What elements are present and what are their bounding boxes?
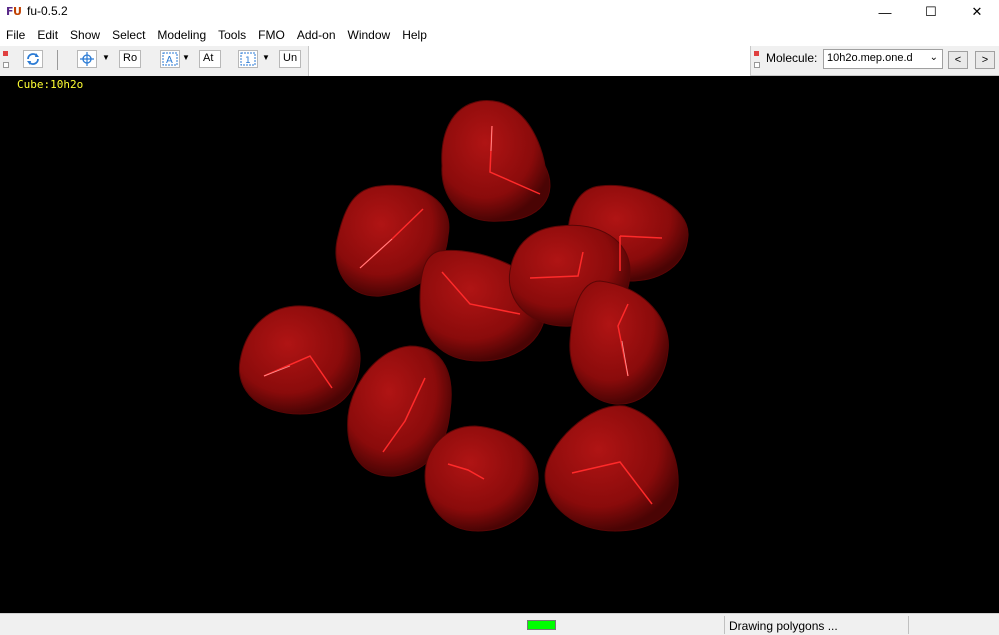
rotate-mode-dropdown-icon[interactable]: ▼	[102, 53, 110, 62]
un-button[interactable]: Un	[279, 50, 301, 68]
toolbar-float-grip-icon[interactable]	[3, 62, 9, 68]
menu-select[interactable]: Select	[106, 24, 151, 46]
molecule-select-value: 10h2o.mep.one.d	[827, 52, 913, 64]
menu-help[interactable]: Help	[396, 24, 433, 46]
molecule-viewport[interactable]: Cube:10h2o	[0, 76, 999, 613]
close-icon: ✕	[971, 4, 983, 19]
title-bar: F U fu-0.5.2 — ☐ ✕	[0, 0, 999, 24]
refresh-button[interactable]	[23, 50, 43, 68]
molecule-toolbar-close-grip-icon[interactable]	[754, 51, 759, 56]
toolbar-separator	[57, 50, 58, 70]
menu-tools[interactable]: Tools	[212, 24, 252, 46]
water-surface-1	[441, 100, 551, 222]
close-button[interactable]: ✕	[954, 0, 999, 24]
menu-window[interactable]: Window	[342, 24, 397, 46]
molecule-label: Molecule:	[766, 51, 818, 65]
maximize-button[interactable]: ☐	[908, 0, 954, 24]
status-text: Drawing polygons ...	[729, 619, 838, 633]
menu-edit[interactable]: Edit	[31, 24, 64, 46]
refresh-icon	[27, 53, 39, 65]
water-surface-9	[424, 425, 539, 532]
selection-dropdown-icon[interactable]: ▼	[262, 53, 270, 62]
app-logo-icon: F U	[6, 4, 22, 18]
progress-indicator	[527, 620, 556, 630]
menu-modeling[interactable]: Modeling	[151, 24, 212, 46]
menu-fmo[interactable]: FMO	[252, 24, 291, 46]
main-toolbar: ▼ Ro A ▼ At 1 ▼ Un	[0, 46, 309, 77]
status-bar: Drawing polygons ...	[0, 613, 999, 635]
atom-label-icon: A	[162, 52, 178, 66]
molecule-toolbar-float-grip-icon[interactable]	[754, 62, 760, 68]
status-separator	[908, 616, 909, 634]
water-surface-10	[544, 405, 679, 532]
chevron-down-icon: ⌄	[929, 52, 938, 63]
molecule-toolbar: Molecule: 10h2o.mep.one.d ⌄ < >	[750, 46, 999, 76]
molecule-rendering	[238, 100, 689, 532]
next-molecule-button[interactable]: >	[975, 51, 995, 69]
atom-label-dropdown-icon[interactable]: ▼	[182, 53, 190, 62]
menu-add-on[interactable]: Add-on	[291, 24, 342, 46]
atom-label-button[interactable]: A	[160, 50, 180, 68]
move-arrows-icon	[80, 52, 94, 66]
status-separator	[724, 616, 725, 634]
toolbar-close-grip-icon[interactable]	[3, 51, 8, 56]
previous-molecule-button[interactable]: <	[948, 51, 968, 69]
selection-button[interactable]: 1	[238, 50, 258, 68]
maximize-icon: ☐	[925, 4, 937, 19]
menu-show[interactable]: Show	[64, 24, 106, 46]
ro-button[interactable]: Ro	[119, 50, 141, 68]
molecule-select[interactable]: 10h2o.mep.one.d ⌄	[823, 49, 943, 69]
menu-bar: File Edit Show Select Modeling Tools FMO…	[0, 24, 999, 46]
selection-box-icon: 1	[240, 52, 256, 66]
window-title: fu-0.5.2	[27, 4, 68, 18]
minimize-icon: —	[878, 4, 892, 20]
water-surface-6	[569, 280, 669, 405]
at-button[interactable]: At	[199, 50, 221, 68]
svg-text:A: A	[166, 55, 173, 66]
rotate-mode-button[interactable]	[77, 50, 97, 68]
svg-text:1: 1	[245, 56, 251, 66]
menu-file[interactable]: File	[0, 24, 31, 46]
minimize-button[interactable]: —	[862, 0, 908, 24]
svg-text:U: U	[13, 5, 22, 18]
